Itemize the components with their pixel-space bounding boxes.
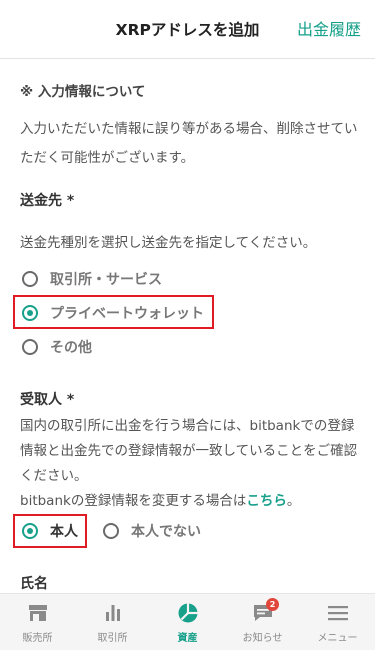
withdrawal-history-link[interactable]: 出金履歴 [297,16,361,40]
pie-chart-icon [177,602,199,628]
recipient-notice: 国内の取引所に出金を行う場合には、bitbankでの登録情報と出金先での登録情報… [20,418,358,484]
header: XRPアドレスを追加 出金履歴 [0,0,375,58]
recipient-label: 受取人 * [20,392,75,408]
name-label: 氏名 [20,576,48,592]
change-info-link[interactable]: こちら [246,493,287,509]
notice-title: ※ 入力情報について [20,84,146,100]
nav-item-menu[interactable]: メニュー [300,594,375,651]
radio-label: その他 [50,340,92,356]
highlight-box [13,514,87,548]
menu-icon [327,602,349,628]
nav-label: 取引所 [97,633,128,644]
radio-unchecked-icon[interactable] [22,339,38,355]
destination-label: 送金先 * [20,193,75,209]
nav-item-assets[interactable]: 資産 [150,594,225,651]
bar-chart-icon [102,602,124,628]
nav-label: 資産 [177,633,198,644]
radio-option-exchange-service[interactable]: 取引所・サービス [22,267,162,291]
store-icon [27,602,49,628]
nav-label: 販売所 [22,633,53,644]
nav-item-notifications[interactable]: 2 お知らせ [225,594,300,651]
radio-label: 取引所・サービス [50,272,162,288]
bottom-nav: 販売所 取引所 資産 2 お知らせ メニュー [0,593,375,650]
notification-badge: 2 [266,598,279,611]
radio-label: 本人でない [131,524,201,540]
nav-label: お知らせ [242,633,283,644]
notice-body: 入力いただいた情報に誤り等がある場合、削除させていただく可能性がございます。 [20,121,358,166]
nav-item-store[interactable]: 販売所 [0,594,75,651]
nav-label: メニュー [317,633,358,644]
nav-item-exchange[interactable]: 取引所 [75,594,150,651]
highlight-box [13,295,214,329]
header-divider [0,58,375,59]
change-info-prefix: bitbankの登録情報を変更する場合は [20,493,247,509]
recipient-body: 国内の取引所に出金を行う場合には、bitbankでの登録情報と出金先での登録情報… [20,414,360,514]
radio-unchecked-icon[interactable] [103,523,119,539]
change-info-suffix: 。 [286,493,301,509]
radio-option-other[interactable]: その他 [22,335,92,359]
destination-desc: 送金先種別を選択し送金先を指定してください。 [20,235,317,251]
radio-unchecked-icon[interactable] [22,271,38,287]
radio-option-not-self[interactable]: 本人でない [103,519,201,543]
